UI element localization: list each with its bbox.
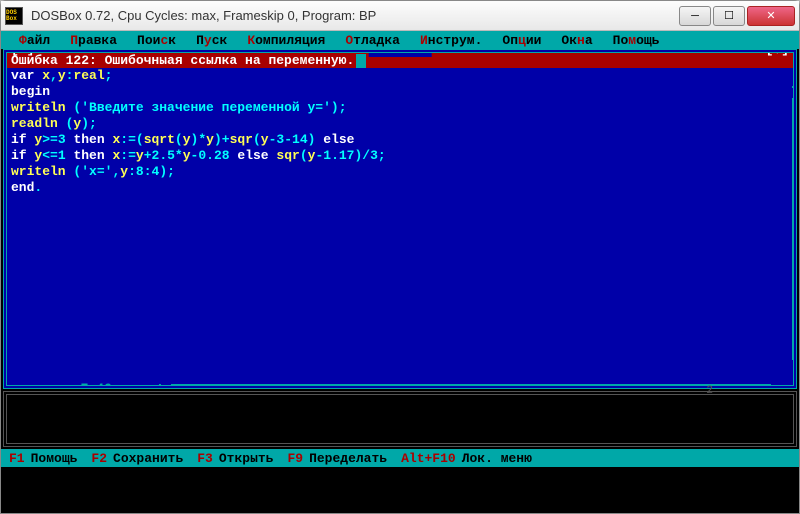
menu-window[interactable]: Окна bbox=[551, 33, 602, 48]
error-cursor-icon bbox=[356, 54, 366, 68]
scroll-track[interactable] bbox=[159, 384, 771, 389]
code-line[interactable]: var x,y:real; bbox=[11, 68, 789, 84]
code-line[interactable]: if y>=3 then x:=(sqrt(y)*y)+sqr(y-3-14) … bbox=[11, 132, 789, 148]
editor-close-icon[interactable]: [■] bbox=[11, 49, 34, 57]
scroll-left-icon[interactable]: ◄ bbox=[147, 382, 159, 390]
cursor-position: ═ 7:46 ══ bbox=[57, 381, 143, 389]
window-title: DOSBox 0.72, Cpu Cycles: max, Frameskip … bbox=[31, 8, 677, 23]
scroll-thumb[interactable] bbox=[161, 384, 171, 389]
sb-save[interactable]: F2Сохранить bbox=[91, 451, 183, 466]
menu-file[interactable]: ФФайлайл bbox=[9, 33, 60, 48]
output-window-num: 2 bbox=[706, 385, 713, 397]
menu-options[interactable]: Опции bbox=[492, 33, 551, 48]
dosbox-icon: DOS Box bbox=[5, 7, 23, 25]
titlebar[interactable]: DOS Box DOSBox 0.72, Cpu Cycles: max, Fr… bbox=[1, 1, 799, 31]
code-line[interactable]: end. bbox=[11, 180, 789, 196]
minimize-button[interactable]: ─ bbox=[679, 6, 711, 26]
menu-help[interactable]: Помощь bbox=[603, 33, 670, 48]
scroll-thumb-v[interactable] bbox=[792, 88, 797, 98]
output-window[interactable]: 2 bbox=[3, 391, 797, 447]
scroll-right-icon[interactable]: ► bbox=[771, 382, 783, 390]
menu-run[interactable]: Пуск bbox=[186, 33, 237, 48]
code-line[interactable]: begin bbox=[11, 84, 789, 100]
editor-filename: PR3.PAS bbox=[369, 49, 432, 57]
maximize-button[interactable]: ☐ bbox=[713, 6, 745, 26]
menu-debug[interactable]: Отладка bbox=[335, 33, 410, 48]
code-line[interactable]: writeln ('x=',y:8:4); bbox=[11, 164, 789, 180]
code-editor[interactable]: var x,y:real; begin writeln ('Введите зн… bbox=[7, 68, 793, 196]
sb-make[interactable]: F9Переделать bbox=[287, 451, 387, 466]
scroll-up-icon[interactable]: ▲ bbox=[792, 71, 797, 86]
scroll-down-icon[interactable]: ▼ bbox=[792, 360, 797, 375]
menu-edit[interactable]: Правка bbox=[60, 33, 127, 48]
editor-window[interactable]: [■] PR3.PAS 1=[↑] Ошибка 122: Ошибочныая… bbox=[3, 49, 797, 389]
menu-compile[interactable]: Компиляция bbox=[237, 33, 335, 48]
sb-help[interactable]: F1Помощь bbox=[9, 451, 77, 466]
sb-open[interactable]: F3Открыть bbox=[197, 451, 273, 466]
menu-search[interactable]: Поиск bbox=[127, 33, 186, 48]
sb-local-menu[interactable]: Alt+F10Лок. меню bbox=[401, 451, 532, 466]
close-button[interactable]: ✕ bbox=[747, 6, 795, 26]
statusbar: F1Помощь F2Сохранить F3Открыть F9Передел… bbox=[1, 449, 799, 467]
app-window: DOS Box DOSBox 0.72, Cpu Cycles: max, Fr… bbox=[0, 0, 800, 514]
code-line[interactable]: if y<=1 then x:=y+2.5*y-0.28 else sqr(y-… bbox=[11, 148, 789, 164]
scroll-track-v[interactable] bbox=[792, 86, 797, 360]
menu-tools[interactable]: Инструм. bbox=[410, 33, 492, 48]
menubar[interactable]: ФФайлайл Правка Поиск Пуск Компиляция От… bbox=[1, 31, 799, 49]
editor-window-num[interactable]: 1=[↑] bbox=[750, 49, 789, 57]
scrollbar-horizontal[interactable]: ◄ ► bbox=[147, 382, 783, 389]
dos-screen: ФФайлайл Правка Поиск Пуск Компиляция От… bbox=[1, 31, 799, 513]
window-controls: ─ ☐ ✕ bbox=[677, 6, 795, 26]
code-line[interactable]: writeln ('Введите значение переменной y=… bbox=[11, 100, 789, 116]
scrollbar-vertical[interactable]: ▲ ▼ bbox=[792, 71, 797, 375]
code-line[interactable]: readln (y); bbox=[11, 116, 789, 132]
